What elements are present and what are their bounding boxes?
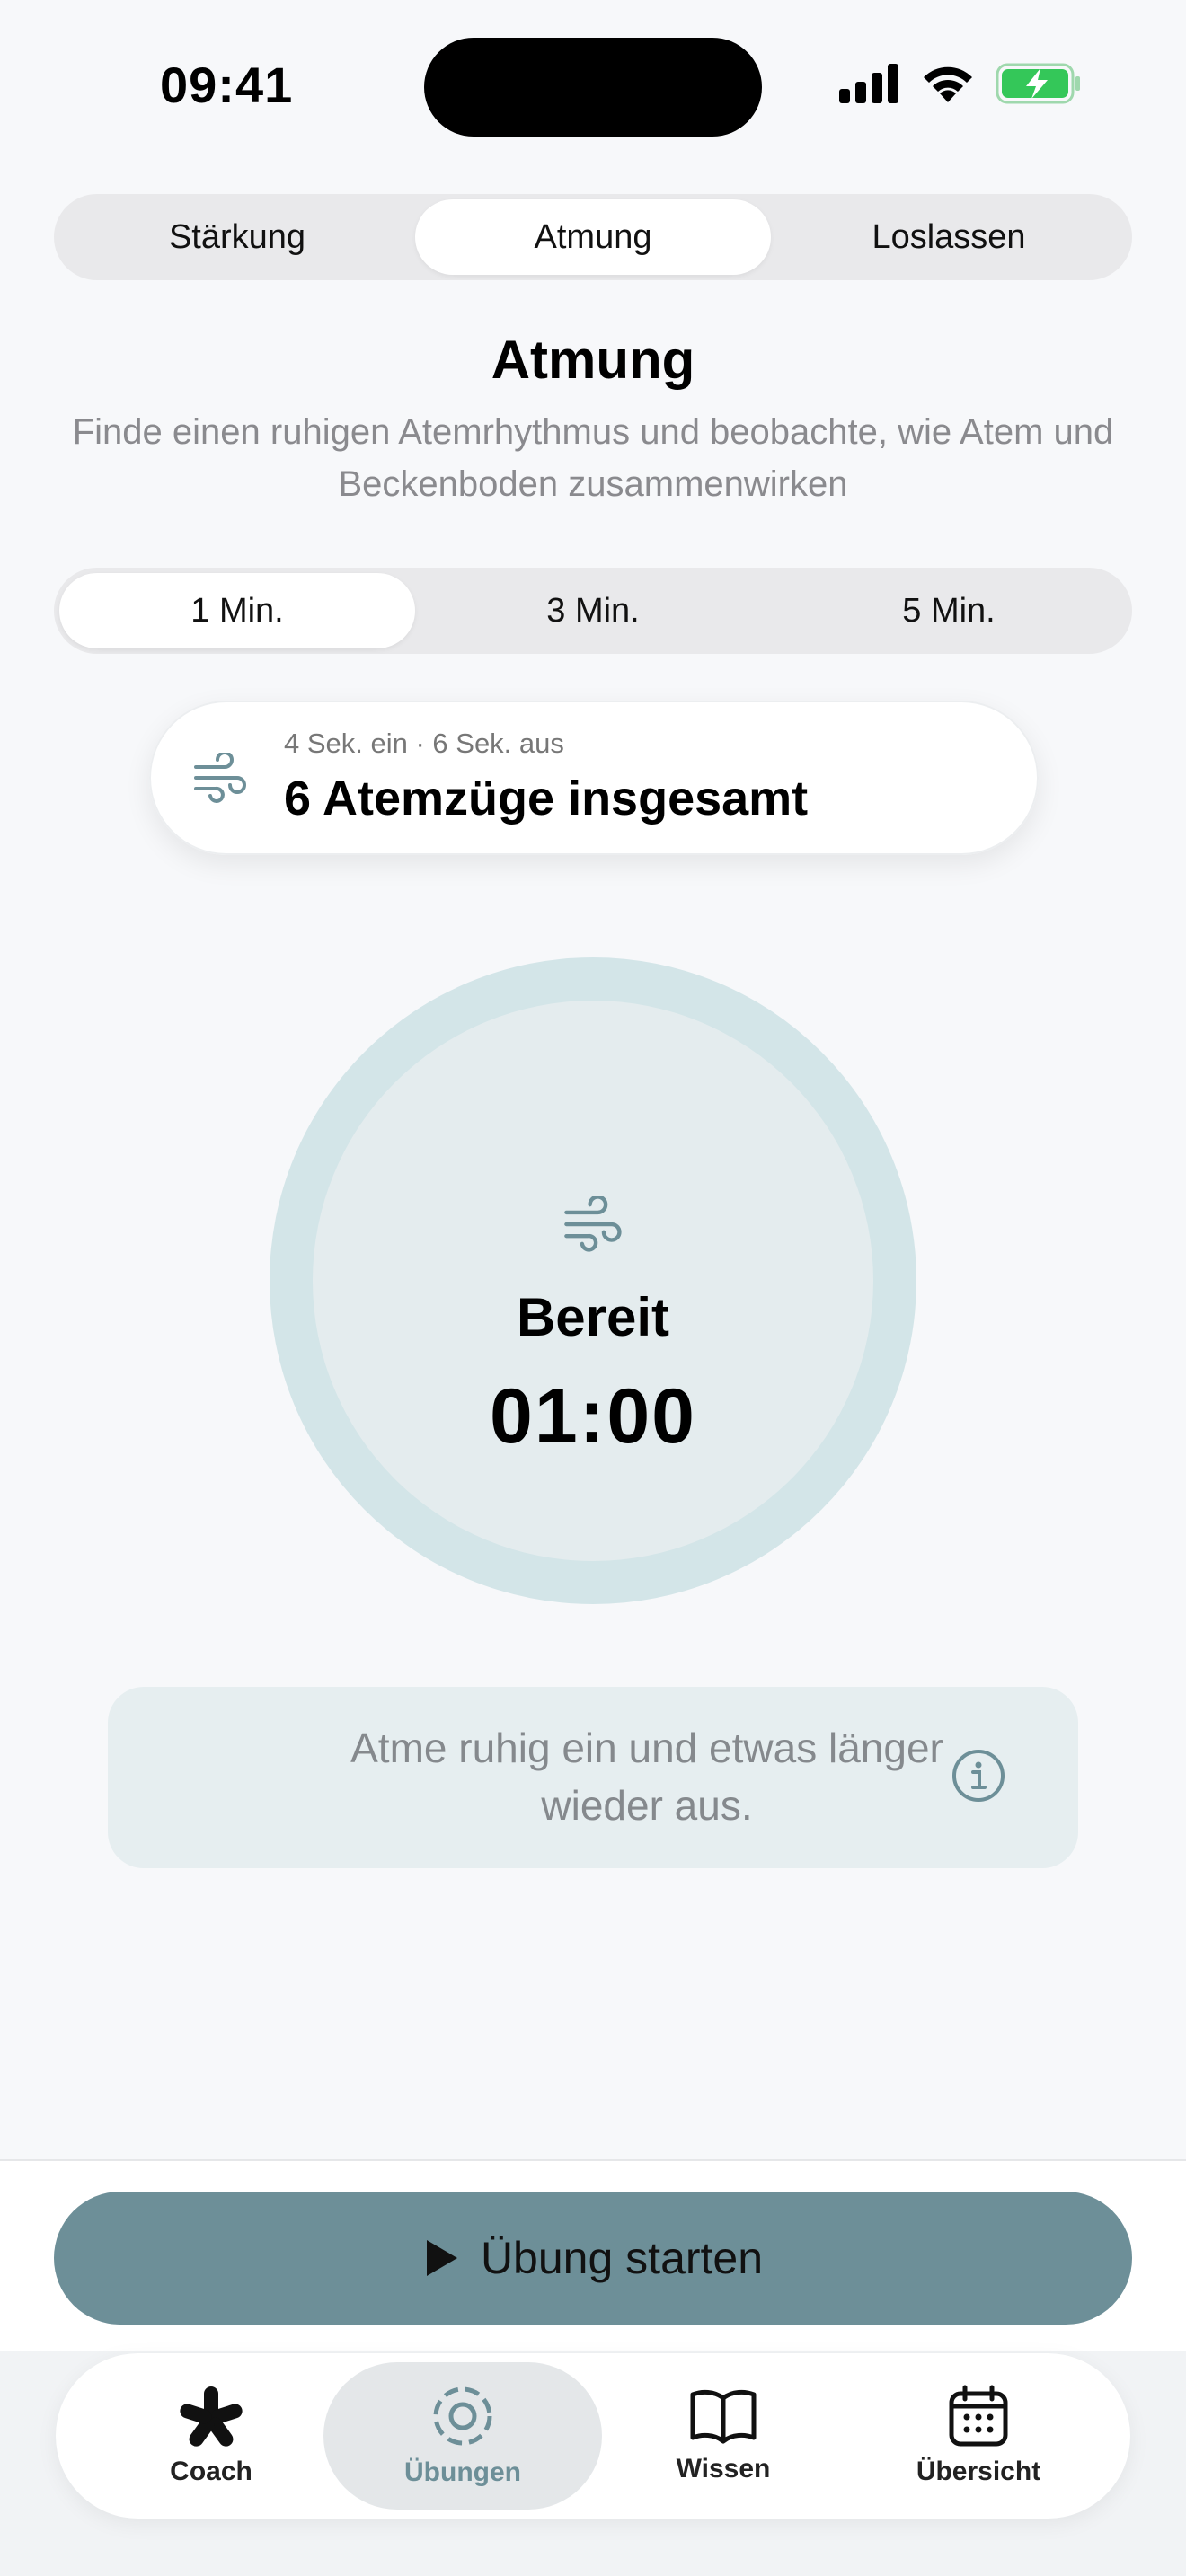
asterisk-icon (180, 2386, 243, 2447)
status-icons (839, 63, 1082, 104)
start-exercise-button[interactable]: Übung starten (54, 2192, 1132, 2325)
tabbar-coach[interactable]: Coach (72, 2362, 350, 2510)
tabbar-uebersicht[interactable]: Übersicht (839, 2362, 1118, 2510)
wind-icon (194, 753, 246, 803)
duration-segmented-control: 1 Min. 3 Min. 5 Min. (54, 568, 1132, 654)
category-segmented-control: Stärkung Atmung Loslassen (54, 194, 1132, 280)
timer-value: 01:00 (490, 1373, 696, 1460)
tabbar-uebersicht-label: Übersicht (916, 2457, 1041, 2486)
cellular-signal-icon (839, 64, 898, 103)
tab-atmung[interactable]: Atmung (415, 199, 771, 275)
rhythm-total: 6 Atemzüge insgesamt (284, 772, 809, 825)
tabbar-uebungen-label: Übungen (404, 2457, 521, 2487)
timer-state: Bereit (516, 1287, 670, 1347)
page-subtitle: Finde einen ruhigen Atemrhythmus und beo… (72, 412, 1114, 504)
tabbar-wissen-label: Wissen (676, 2454, 771, 2483)
book-icon (690, 2389, 757, 2444)
wind-icon (564, 1196, 622, 1252)
tabbar-wissen[interactable]: Wissen (584, 2362, 863, 2510)
breathing-circle: Bereit 01:00 (270, 957, 916, 1604)
page-title: Atmung (491, 330, 695, 390)
breathing-circle-inner: Bereit 01:00 (313, 1001, 873, 1561)
target-ring-icon (433, 2386, 492, 2446)
screen: 09:41 Stärkung Atmung Loslassen Atmung F… (0, 0, 1186, 2576)
hint-text: Atme ruhig ein und etwas länger wieder a… (350, 1725, 943, 1829)
hint-card: Atme ruhig ein und etwas länger wieder a… (108, 1687, 1078, 1868)
status-time: 09:41 (160, 57, 294, 113)
tab-bar: Coach Übungen Wissen Übersicht (56, 2353, 1130, 2519)
info-icon[interactable] (951, 1748, 1006, 1804)
rhythm-detail: 4 Sek. ein · 6 Sek. aus (284, 728, 564, 759)
play-icon (426, 2240, 457, 2276)
battery-charging-icon (996, 63, 1080, 104)
dynamic-island (424, 38, 762, 137)
tabbar-coach-label: Coach (170, 2457, 252, 2486)
duration-3-min[interactable]: 3 Min. (415, 573, 771, 648)
duration-5-min[interactable]: 5 Min. (771, 573, 1127, 648)
wifi-icon (924, 66, 972, 102)
tab-loslassen[interactable]: Loslassen (771, 199, 1127, 275)
breathing-rhythm-card: 4 Sek. ein · 6 Sek. aus 6 Atemzüge insge… (149, 701, 1039, 855)
calendar-icon (949, 2385, 1008, 2447)
tab-staerkung[interactable]: Stärkung (59, 199, 415, 275)
duration-1-min[interactable]: 1 Min. (59, 573, 415, 648)
start-exercise-label: Übung starten (480, 2233, 764, 2283)
tabbar-uebungen[interactable]: Übungen (323, 2362, 602, 2510)
